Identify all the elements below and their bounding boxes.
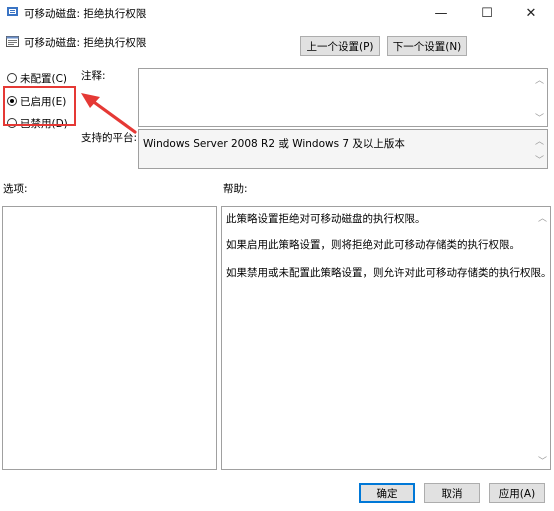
annotation-arrow-icon [81,93,137,134]
scroll-up-icon[interactable]: ︿ [535,73,544,86]
policy-icon [7,7,18,16]
close-button[interactable]: ✕ [508,0,554,26]
ok-button[interactable]: 确定 [359,483,415,503]
prev-setting-button[interactable]: 上一个设置(P) [300,36,380,56]
scroll-down-icon[interactable]: ﹀ [538,454,547,467]
platform-field: Windows Server 2008 R2 或 Windows 7 及以上版本… [138,129,548,169]
window-title: 可移动磁盘: 拒绝执行权限 [24,8,147,20]
scroll-up-icon[interactable]: ︿ [535,134,544,147]
options-section-label: 选项: [3,183,28,195]
policy-setting-icon [6,36,19,47]
help-paragraph: 此策略设置拒绝对可移动磁盘的执行权限。 [226,213,426,225]
radio-not-configured[interactable]: 未配置(C) [7,70,67,86]
scroll-down-icon[interactable]: ﹀ [535,111,544,124]
apply-button[interactable]: 应用(A) [489,483,545,503]
help-pane: 此策略设置拒绝对可移动磁盘的执行权限。 如果启用此策略设置，则将拒绝对此可移动存… [221,206,552,470]
help-section-label: 帮助: [223,183,248,195]
next-setting-button[interactable]: 下一个设置(N) [387,36,467,56]
comment-textarea[interactable]: ︿ ﹀ [138,68,548,127]
options-pane [2,206,217,470]
cancel-button[interactable]: 取消 [424,483,480,503]
comment-label: 注释: [81,70,106,82]
platform-value: Windows Server 2008 R2 或 Windows 7 及以上版本 [143,138,405,150]
help-paragraph: 如果禁用或未配置此策略设置，则允许对此可移动存储类的执行权限。 [226,267,552,279]
scroll-down-icon[interactable]: ﹀ [535,153,544,166]
policy-name: 可移动磁盘: 拒绝执行权限 [24,37,147,49]
minimize-button[interactable]: — [418,0,464,26]
highlight-box [3,86,76,126]
platform-label: 支持的平台: [81,132,138,144]
radio-circle[interactable] [7,73,17,83]
help-paragraph: 如果启用此策略设置，则将拒绝对此可移动存储类的执行权限。 [226,239,520,251]
maximize-button[interactable]: ☐ [464,0,510,26]
radio-not-configured-label: 未配置(C) [20,72,68,85]
scroll-up-icon[interactable]: ︿ [538,211,547,224]
